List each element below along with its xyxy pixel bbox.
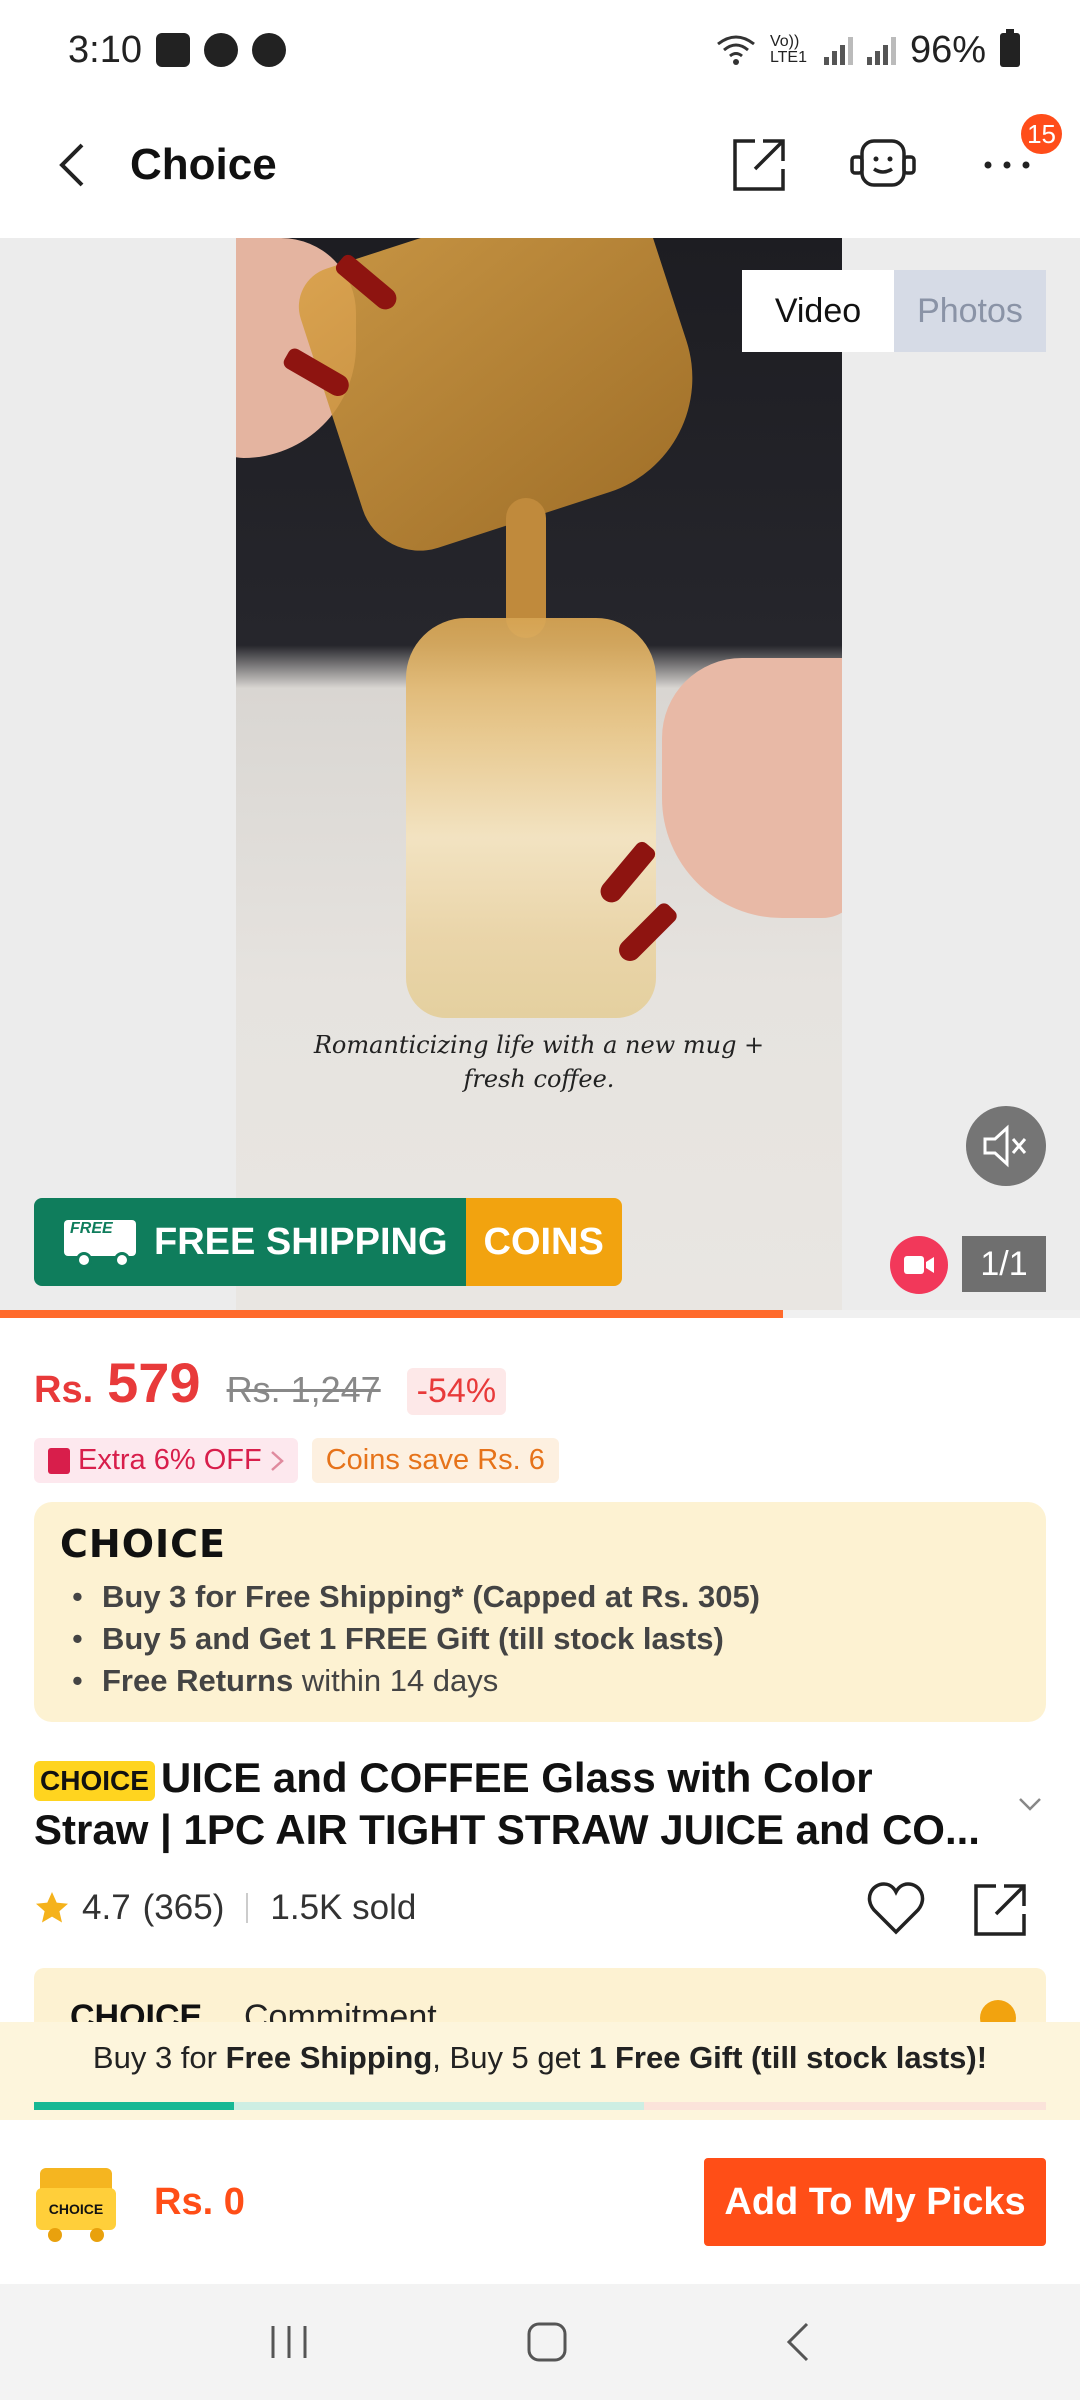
choice-benefits-box[interactable]: CHOICE Buy 3 for Free Shipping* (Capped … (34, 1502, 1046, 1722)
status-right: Vo)) LTE1 96% (716, 29, 1020, 72)
rating-row[interactable]: 4.7 (365) 1.5K sold (34, 1888, 416, 1928)
choice-cart-icon[interactable]: CHOICE (34, 2162, 118, 2242)
star-icon (36, 1892, 68, 1923)
share-product-icon[interactable] (970, 1880, 1030, 1940)
home-icon[interactable] (525, 2320, 569, 2364)
video-caption: Romanticizing life with a new mug + fres… (313, 1031, 765, 1093)
promo-row: Extra 6% OFF Coins save Rs. 6 (34, 1438, 559, 1483)
status-bar: 3:10 Vo)) LTE1 96% (0, 0, 1080, 100)
tab-video[interactable]: Video (742, 270, 894, 352)
discount-badge: -54% (406, 1368, 507, 1415)
network-label: Vo)) LTE1 (769, 33, 807, 66)
price-currency: Rs. (34, 1369, 94, 1411)
tab-photos[interactable]: Photos (894, 270, 1046, 352)
gallery-notification-icon (155, 33, 190, 67)
signal-1-icon (823, 35, 853, 65)
status-time: 3:10 (68, 28, 142, 71)
extra-off-label: Extra 6% OFF (78, 1444, 262, 1476)
hand-right-image (662, 658, 842, 918)
truck-icon: FREE (54, 1214, 138, 1270)
chevron-right-icon (270, 1450, 284, 1471)
notification-badge: 15 (1021, 114, 1062, 154)
original-price: Rs. 1,247 (226, 1369, 381, 1410)
choice-tag: CHOICE (34, 1760, 155, 1801)
nav-actions: 15 (722, 114, 1062, 202)
coins-label: COINS (465, 1198, 622, 1286)
back-icon[interactable] (36, 130, 106, 200)
review-count: (365) (142, 1888, 225, 1927)
free-shipping-banner: FREE FREE SHIPPING COINS (34, 1198, 622, 1286)
product-actions (866, 1880, 1030, 1940)
wishlist-heart-icon[interactable] (866, 1880, 926, 1936)
status-left: 3:10 (68, 29, 286, 72)
coupon-icon (48, 1447, 70, 1474)
product-title-text: UICE and COFFEE Glass with Color Straw |… (34, 1754, 980, 1853)
extra-off-pill[interactable]: Extra 6% OFF (34, 1438, 298, 1483)
coins-save-pill: Coins save Rs. 6 (311, 1438, 559, 1483)
page-title: Choice (130, 140, 277, 189)
system-navigation-bar (0, 2284, 1080, 2400)
shipping-progress-bar (34, 2102, 1046, 2110)
list-item: Buy 3 for Free Shipping* (Capped at Rs. … (60, 1576, 1020, 1618)
price-row: Rs. 579 Rs. 1,247 -54% (34, 1350, 507, 1415)
media-toggle: Video Photos (742, 270, 1046, 352)
video-camera-icon (890, 1236, 948, 1294)
product-title[interactable]: CHOICE UICE and COFFEE Glass with Color S… (34, 1752, 994, 1856)
snapchat-notification-icon (203, 33, 238, 67)
bottom-action-bar: CHOICE Rs. 0 Add To My Picks (0, 2132, 1080, 2272)
shipping-promo-banner: Buy 3 for Free Shipping, Buy 5 get 1 Fre… (0, 2022, 1080, 2120)
current-price: Rs. 579 (34, 1350, 201, 1415)
free-shipping-label: FREE FREE SHIPPING (34, 1198, 466, 1286)
choice-logo: CHOICE (60, 1522, 226, 1566)
video-progress-fill (0, 1310, 783, 1318)
choice-benefits-list: Buy 3 for Free Shipping* (Capped at Rs. … (60, 1576, 1020, 1702)
chevron-down-icon[interactable] (1016, 1790, 1044, 1818)
more-menu-icon[interactable]: 15 (970, 114, 1062, 202)
wifi-icon (717, 35, 755, 65)
picks-total: Rs. 0 (154, 2180, 245, 2223)
commitment-section[interactable]: CHOICE Commitment (34, 1968, 1046, 2028)
product-video[interactable]: Romanticizing life with a new mug + fres… (236, 238, 842, 1310)
account-notification-icon (251, 33, 286, 67)
recent-apps-icon[interactable] (267, 2322, 311, 2362)
price-amount: 579 (107, 1351, 201, 1414)
battery-icon (1000, 29, 1020, 67)
mute-button[interactable] (966, 1106, 1046, 1186)
video-progress-bar[interactable] (0, 1310, 1080, 1318)
shipping-promo-text: Buy 3 for Free Shipping, Buy 5 get 1 Fre… (92, 2040, 988, 2075)
share-icon[interactable] (722, 128, 796, 202)
media-counter: 1/1 (962, 1236, 1046, 1292)
media-gallery[interactable]: Romanticizing life with a new mug + fres… (0, 238, 1080, 1310)
mute-icon (983, 1124, 1027, 1168)
list-item: Free Returns within 14 days (60, 1660, 1020, 1702)
top-nav: Choice 15 (0, 110, 1080, 220)
sold-count: 1.5K sold (270, 1888, 417, 1927)
divider (246, 1893, 249, 1923)
signal-2-icon (866, 35, 896, 65)
free-shipping-text: FREE SHIPPING (154, 1220, 448, 1263)
battery-percent: 96% (909, 28, 986, 71)
list-item: Buy 5 and Get 1 FREE Gift (till stock la… (60, 1618, 1020, 1660)
add-to-picks-button[interactable]: Add To My Picks (704, 2158, 1046, 2246)
coffee-stream-image (506, 498, 546, 638)
customer-service-icon[interactable] (846, 128, 920, 202)
glass-cup-image (406, 618, 656, 1018)
rating-value: 4.7 (82, 1888, 131, 1927)
system-back-icon[interactable] (783, 2320, 813, 2364)
